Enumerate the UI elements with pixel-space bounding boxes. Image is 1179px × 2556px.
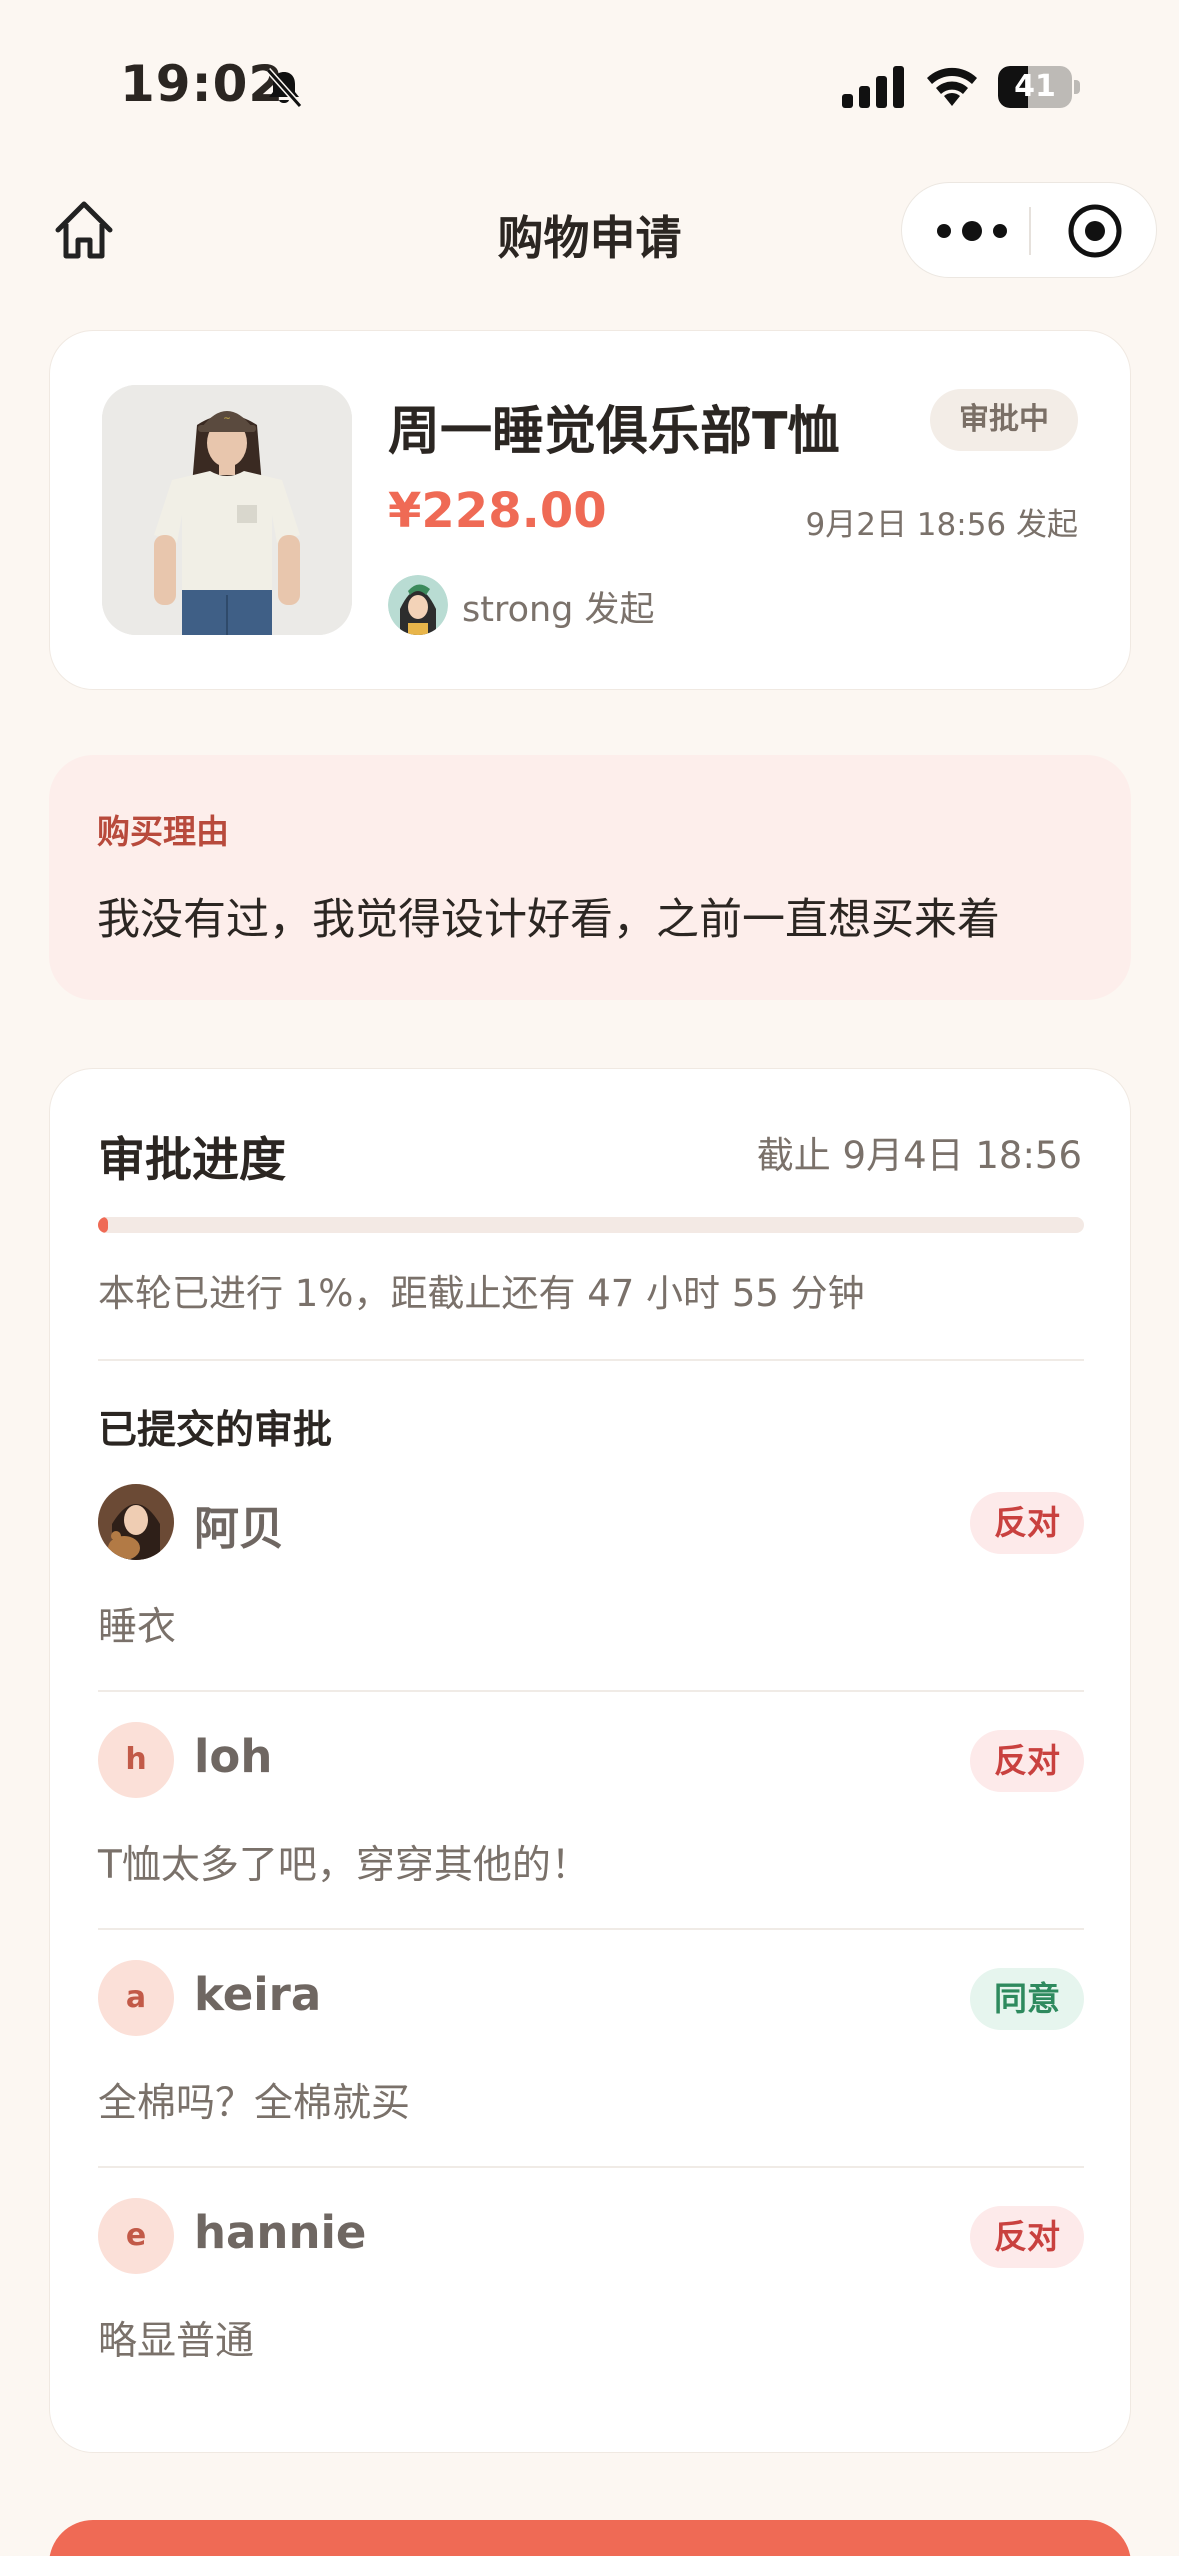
review-comment: 睡衣 (98, 1605, 177, 1650)
reviewer-name: loh (194, 1730, 273, 1783)
progress-bar (98, 1217, 1084, 1233)
progress-note: 本轮已进行 1%，距截止还有 47 小时 55 分钟 (98, 1272, 865, 1315)
reason-text: 我没有过，我觉得设计好看，之前一直想买来着 (97, 895, 1000, 945)
reviewer-name: 阿贝 (194, 1502, 285, 1555)
reviewer-avatar: h (98, 1722, 174, 1798)
battery-level: 41 (1014, 69, 1056, 104)
review-comment: 全棉吗？全棉就买 (98, 2081, 411, 2126)
reviewer-name: keira (194, 1968, 322, 2021)
divider (98, 1928, 1084, 1930)
submitted-approvals-title: 已提交的审批 (98, 1408, 333, 1453)
review-item: e hannie 反对 略显普通 (98, 2198, 1084, 2418)
approval-progress-card: 审批进度 截止 9月4日 18:56 本轮已进行 1%，距截止还有 47 小时 … (49, 1068, 1131, 2453)
review-item: h loh 反对 T恤太多了吧，穿穿其他的！ (98, 1722, 1084, 1942)
divider (98, 2166, 1084, 2168)
decision-badge: 反对 (970, 2206, 1084, 2268)
product-card[interactable]: ~ 周一睡觉俱乐部T恤 审批中 ¥228.00 9月2日 18:56 发起 st… (49, 330, 1131, 690)
battery-icon: 41 (998, 66, 1080, 108)
more-icon[interactable] (932, 213, 1012, 249)
divider (98, 1359, 1084, 1361)
initiator-avatar (388, 575, 448, 635)
decision-badge: 反对 (970, 1492, 1084, 1554)
reviewer-avatar: a (98, 1960, 174, 2036)
review-item: a keira 同意 全棉吗？全棉就买 (98, 1960, 1084, 2180)
start-time: 9月2日 18:56 发起 (805, 507, 1079, 543)
decision-badge: 反对 (970, 1730, 1084, 1792)
nav-bar: 购物申请 (0, 170, 1179, 290)
product-image: ~ (102, 385, 352, 635)
product-name: 周一睡觉俱乐部T恤 (388, 402, 840, 462)
page: 19:02 41 购物申请 ~ 周一睡觉俱乐部T恤 审批中 ¥228.00 9月… (0, 0, 1179, 2556)
status-badge: 审批中 (930, 389, 1078, 451)
progress-bar-fill (98, 1217, 108, 1233)
reviewer-avatar (98, 1484, 174, 1560)
decision-badge: 同意 (970, 1968, 1084, 2030)
svg-text:~: ~ (223, 414, 231, 424)
close-target-icon[interactable] (1067, 203, 1123, 259)
review-comment: 略显普通 (98, 2319, 255, 2364)
reviewer-avatar: e (98, 2198, 174, 2274)
divider (98, 1690, 1084, 1692)
review-item: 阿贝 反对 睡衣 (98, 1484, 1084, 1704)
review-comment: T恤太多了吧，穿穿其他的！ (98, 1843, 590, 1888)
reason-label: 购买理由 (97, 812, 229, 851)
progress-title: 审批进度 (98, 1133, 286, 1188)
mini-program-capsule (901, 182, 1157, 278)
reviewer-name: hannie (194, 2206, 367, 2259)
bell-muted-icon (265, 68, 303, 108)
bottom-action-button[interactable] (49, 2520, 1131, 2556)
wifi-icon (927, 67, 977, 106)
status-bar: 19:02 41 (0, 0, 1179, 160)
product-price: ¥228.00 (388, 483, 607, 539)
cellular-signal-icon (842, 66, 904, 108)
purchase-reason-card: 购买理由 我没有过，我觉得设计好看，之前一直想买来着 (49, 755, 1131, 1000)
initiator-name: strong 发起 (462, 590, 655, 630)
deadline: 截止 9月4日 18:56 (756, 1134, 1082, 1177)
status-time: 19:02 (120, 55, 285, 113)
